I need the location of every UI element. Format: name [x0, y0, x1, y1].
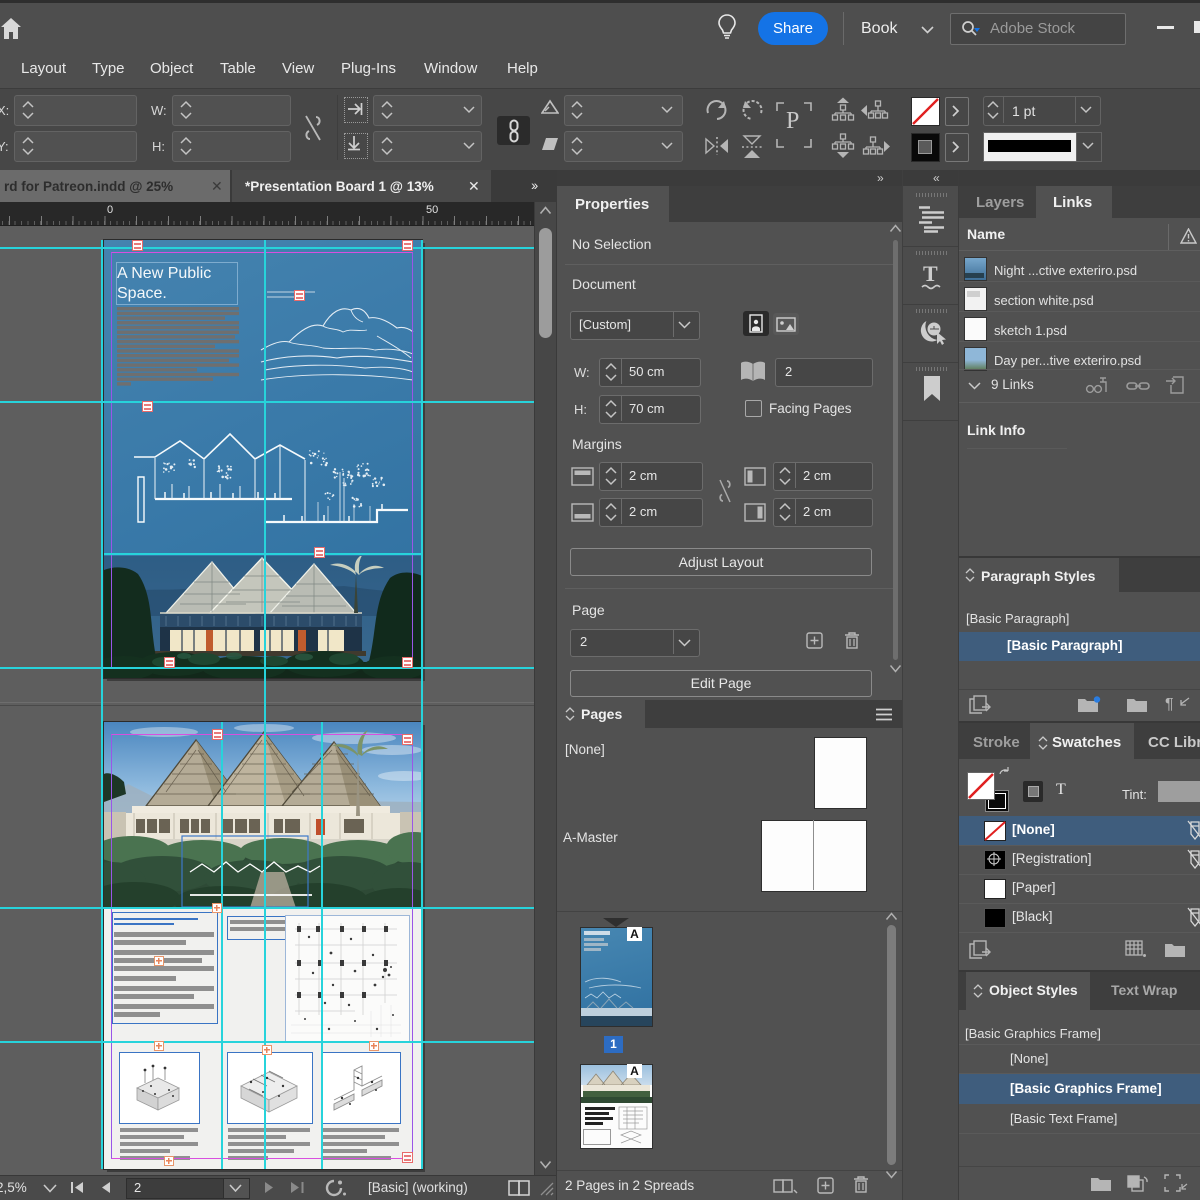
svg-text:T: T — [923, 262, 938, 286]
svg-text:¶: ¶ — [1165, 696, 1174, 713]
